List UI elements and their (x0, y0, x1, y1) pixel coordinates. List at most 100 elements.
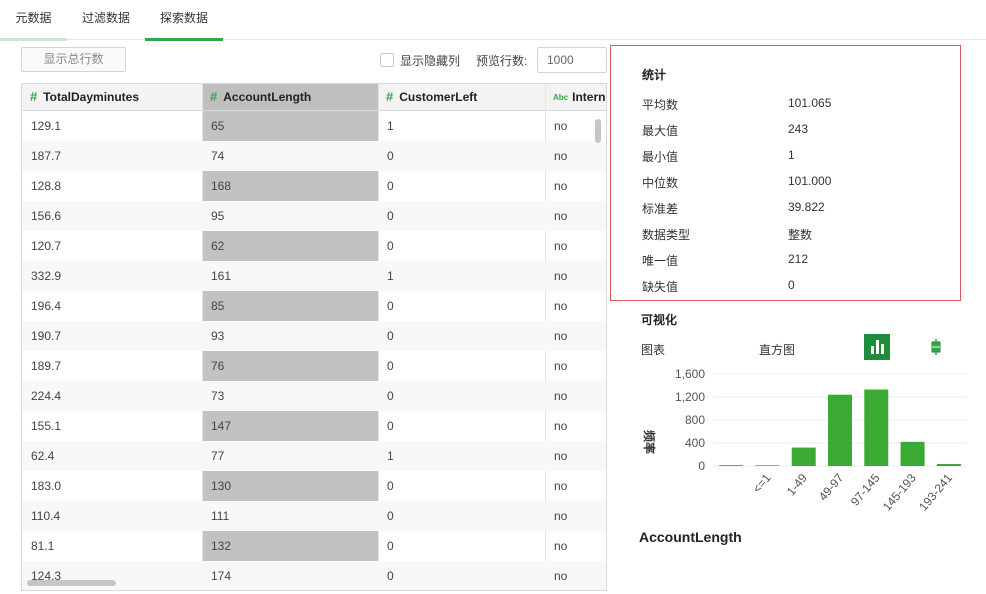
histogram-bar (719, 465, 744, 466)
column-name: AccountLength (223, 90, 312, 104)
table-row[interactable]: 110.4 111 0 no (22, 501, 606, 531)
show-hidden-label: 显示隐藏列 (400, 53, 461, 68)
table-row[interactable]: 155.1 147 0 no (22, 411, 606, 441)
tab-label: 元数据 (15, 11, 52, 25)
table-cell: 155.1 (31, 419, 62, 433)
table-cell: 0 (387, 479, 394, 493)
histogram-bar (828, 394, 852, 466)
y-tick-label: 1,200 (675, 390, 705, 404)
tab-explore-data[interactable]: 探索数据 (145, 0, 223, 41)
stat-value: 243 (788, 122, 809, 136)
table-cell: no (554, 269, 568, 283)
chart-label: 图表 (641, 343, 666, 357)
table-cell: no (554, 329, 568, 343)
table-cell: no (554, 149, 568, 163)
y-tick-label: 800 (685, 413, 705, 427)
table-row[interactable]: 190.7 93 0 no (22, 321, 606, 351)
table-cell: no (554, 119, 568, 133)
table-cell: 0 (387, 299, 394, 313)
tab-metadata[interactable]: 元数据 (0, 0, 67, 41)
show-total-rows-button[interactable]: 显示总行数 (21, 47, 126, 72)
table-cell: 147 (211, 419, 232, 433)
table-cell: 190.7 (31, 329, 62, 343)
visualization-title: 可视化 (641, 313, 678, 327)
table-cell: 0 (387, 539, 394, 553)
table-cell: 161 (211, 269, 232, 283)
table-cell: 74 (211, 149, 225, 163)
table-row[interactable]: 189.7 76 0 no (22, 351, 606, 381)
table-cell: 128.8 (31, 179, 62, 193)
histogram-bar (900, 441, 925, 466)
table-cell: 0 (387, 149, 394, 163)
stat-value: 0 (788, 278, 795, 292)
horizontal-scrollbar[interactable] (27, 580, 116, 586)
x-tick-label: 1-49 (784, 471, 810, 499)
table-row[interactable]: 183.0 130 0 no (22, 471, 606, 501)
table-row[interactable]: 62.4 77 1 no (22, 441, 606, 471)
table-row[interactable]: 224.4 73 0 no (22, 381, 606, 411)
table-cell: 93 (211, 329, 225, 343)
table-row[interactable]: 332.9 161 1 no (22, 261, 606, 291)
table-row[interactable]: 120.7 62 0 no (22, 231, 606, 261)
table-row[interactable]: 156.6 95 0 no (22, 201, 606, 231)
column-header-totaldayminutes[interactable]: # TotalDayminutes (22, 84, 202, 110)
table-cell: 0 (387, 329, 394, 343)
x-tick-label: 49-97 (816, 471, 847, 504)
stat-label: 缺失值 (642, 280, 679, 294)
stat-label: 标准差 (642, 202, 679, 216)
column-name: CustomerLeft (399, 90, 478, 104)
column-header-accountlength[interactable]: # AccountLength (202, 84, 378, 110)
table-row[interactable]: 196.4 85 0 no (22, 291, 606, 321)
column-header-customerleft[interactable]: # CustomerLeft (378, 84, 545, 110)
table-cell: 130 (211, 479, 232, 493)
table-row[interactable]: 124.3 174 0 no (22, 561, 606, 590)
table-cell: 111 (211, 509, 230, 523)
column-name: Interna (572, 90, 606, 104)
table-cell: no (554, 419, 568, 433)
table-cell: no (554, 299, 568, 313)
tab-label: 过滤数据 (81, 11, 130, 25)
table-cell: 76 (211, 359, 225, 373)
tab-label: 探索数据 (159, 11, 208, 25)
tab-indicator-active (145, 38, 223, 41)
table-cell: 1 (387, 449, 394, 463)
hash-icon: # (386, 89, 394, 104)
table-cell: 183.0 (31, 479, 62, 493)
table-row[interactable]: 129.1 65 1 no (22, 111, 606, 141)
table-body: 129.1 65 1 no 187.7 74 0 no 128.8 168 0 no 156.6 95 0 n… (22, 111, 606, 590)
table-cell: 129.1 (31, 119, 62, 133)
table-cell: 156.6 (31, 209, 62, 223)
x-axis-title: AccountLength (639, 529, 742, 545)
tab-filter-data[interactable]: 过滤数据 (67, 0, 145, 40)
show-hidden-checkbox[interactable] (380, 53, 394, 67)
column-header-internationalplan[interactable]: AbcInterna (545, 84, 606, 110)
table-cell: 1 (387, 269, 394, 283)
table-cell: 224.4 (31, 389, 62, 403)
table-cell: 65 (211, 119, 225, 133)
boxplot-icon[interactable] (927, 338, 945, 356)
y-axis-title: 频率 (642, 430, 657, 454)
preview-rows-input[interactable] (537, 47, 607, 73)
stat-label: 最大值 (642, 124, 679, 138)
x-tick-label: 97-145 (848, 471, 883, 509)
table-row[interactable]: 81.1 132 0 no (22, 531, 606, 561)
table-row[interactable]: 128.8 168 0 no (22, 171, 606, 201)
y-tick-label: 400 (685, 436, 705, 450)
bar-chart-icon[interactable] (864, 334, 890, 360)
stat-value: 39.822 (788, 200, 825, 214)
table-cell: 189.7 (31, 359, 62, 373)
table-cell: no (554, 179, 568, 193)
statistics-title: 统计 (642, 68, 667, 82)
table-row[interactable]: 187.7 74 0 no (22, 141, 606, 171)
vertical-scrollbar[interactable] (595, 119, 601, 143)
table-cell: 62 (211, 239, 225, 253)
table-cell: 95 (211, 209, 225, 223)
table-cell: 1 (387, 119, 394, 133)
table-header: # TotalDayminutes # AccountLength # Custome… (22, 84, 606, 111)
table-cell: 0 (387, 419, 394, 433)
show-hidden-columns-toggle[interactable]: 显示隐藏列 (380, 51, 460, 69)
histogram-bar (791, 447, 816, 466)
x-tick-label: 145-193 (880, 471, 919, 514)
stat-value: 101.065 (788, 96, 832, 110)
table-cell: 0 (387, 359, 394, 373)
